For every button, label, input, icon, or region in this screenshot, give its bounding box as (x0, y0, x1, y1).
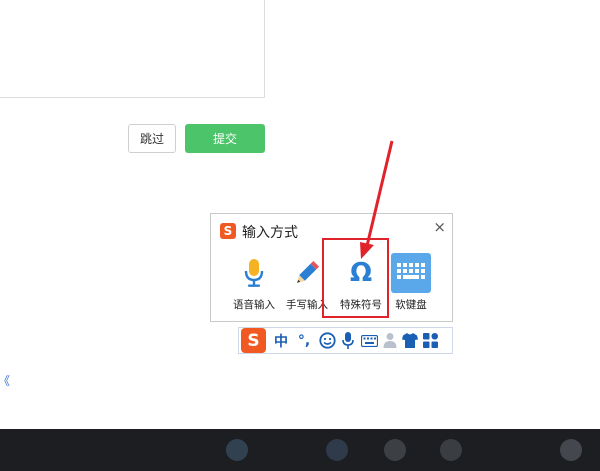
keyboard-icon[interactable] (358, 328, 380, 353)
ime-panel-title: 输入方式 (242, 225, 298, 241)
skip-button[interactable]: 跳过 (128, 124, 176, 153)
voice-input-label: 语音输入 (233, 299, 275, 311)
close-icon[interactable]: × (433, 218, 446, 236)
soft-keyboard-option[interactable]: 软键盘 (385, 250, 437, 312)
taskbar (0, 429, 600, 471)
voice-input-option[interactable]: 语音输入 (228, 250, 280, 312)
sogou-logo-icon: S (220, 223, 236, 239)
keyboard-icon (391, 253, 431, 293)
taskbar-app-icon[interactable] (440, 439, 462, 461)
microphone-icon[interactable] (338, 328, 358, 353)
shirt-icon[interactable] (400, 328, 420, 353)
grid-icon[interactable] (420, 328, 440, 353)
taskbar-app-icon[interactable] (326, 439, 348, 461)
edge-link[interactable]: 《 (0, 372, 10, 389)
taskbar-app-icon[interactable] (560, 439, 582, 461)
microphone-icon (234, 253, 274, 293)
soft-keyboard-label: 软键盘 (395, 299, 427, 311)
taskbar-app-icon[interactable] (384, 439, 406, 461)
sogou-logo-icon[interactable]: S (241, 328, 266, 353)
chinese-mode-toggle[interactable]: 中 (270, 328, 292, 353)
feedback-textarea[interactable] (0, 0, 265, 98)
user-icon[interactable] (380, 328, 400, 353)
punctuation-toggle[interactable]: °, (292, 328, 316, 353)
pencil-icon (287, 253, 327, 293)
taskbar-app-icon[interactable] (226, 439, 248, 461)
emoji-icon[interactable] (316, 328, 338, 353)
highlight-annotation-box (322, 238, 389, 318)
ime-status-toolbar: S 中 °, (238, 327, 453, 354)
submit-button[interactable]: 提交 (185, 124, 265, 153)
